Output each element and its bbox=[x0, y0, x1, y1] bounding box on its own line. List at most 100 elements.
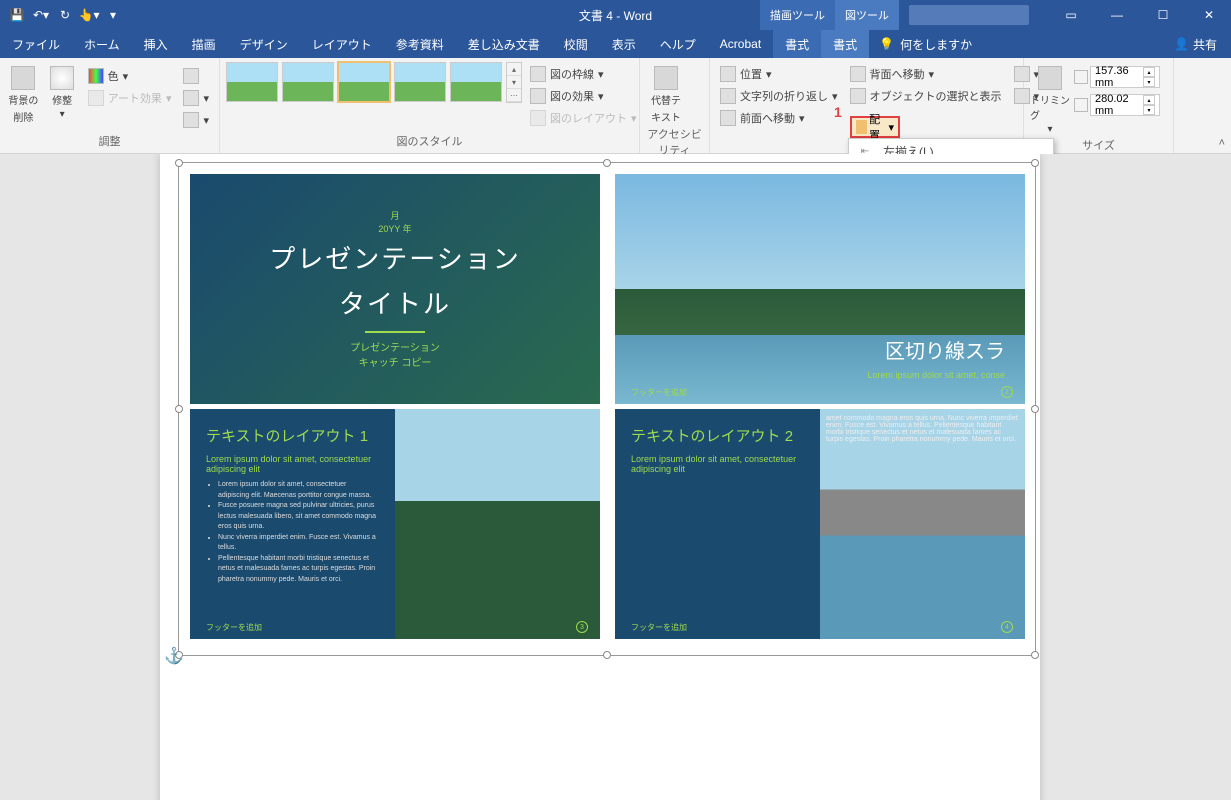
document-area[interactable]: ⚓ 月 20YY 年 プレゼンテーション タイトル プレゼンテーション キャッチ… bbox=[0, 154, 1231, 800]
crop-button[interactable]: トリミング ▾ bbox=[1030, 62, 1070, 135]
art-effect-button[interactable]: アート効果 ▾ bbox=[84, 88, 176, 108]
change-picture-button[interactable]: ▾ bbox=[179, 88, 213, 108]
slide2-footer: フッターを追加 bbox=[631, 387, 687, 398]
handle-se[interactable] bbox=[1031, 651, 1039, 659]
save-icon[interactable]: 💾 bbox=[6, 4, 28, 26]
tab-help[interactable]: ヘルプ bbox=[648, 30, 708, 58]
corrections-icon bbox=[50, 66, 74, 90]
drawing-tools-tab[interactable]: 描画ツール bbox=[760, 0, 835, 30]
slide4-lead: Lorem ipsum dolor sit amet, consectetuer… bbox=[631, 454, 804, 474]
selection-pane-button[interactable]: オブジェクトの選択と表示 bbox=[846, 86, 1006, 106]
qat-more-icon[interactable]: ▾ bbox=[102, 4, 124, 26]
width-value: 280.02 mm bbox=[1095, 93, 1143, 117]
style-thumb-selected[interactable] bbox=[338, 62, 390, 102]
reset-picture-button[interactable]: ▾ bbox=[179, 110, 213, 130]
picture-styles-gallery[interactable]: ▴▾⋯ bbox=[226, 62, 522, 103]
ribbon-options-icon[interactable]: ▭ bbox=[1049, 0, 1093, 30]
change-picture-icon bbox=[183, 90, 199, 106]
style-thumb[interactable] bbox=[450, 62, 502, 102]
selection-label: オブジェクトの選択と表示 bbox=[870, 88, 1002, 104]
picture-layout-button[interactable]: 図のレイアウト ▾ bbox=[526, 108, 641, 128]
tab-mailings[interactable]: 差し込み文書 bbox=[456, 30, 552, 58]
bring-forward-button[interactable]: 前面へ移動 ▾ bbox=[716, 108, 842, 128]
position-label: 位置 bbox=[740, 66, 762, 82]
picture-border-button[interactable]: 図の枠線 ▾ bbox=[526, 64, 641, 84]
handle-nw[interactable] bbox=[175, 159, 183, 167]
style-thumb[interactable] bbox=[226, 62, 278, 102]
forward-icon bbox=[720, 110, 736, 126]
slide2-sub: Lorem ipsum dolor sit amet, conse bbox=[867, 370, 1005, 380]
art-effect-label: アート効果 bbox=[108, 90, 162, 106]
maximize-icon[interactable]: ☐ bbox=[1141, 0, 1185, 30]
style-thumb[interactable] bbox=[394, 62, 446, 102]
alt-l2: キスト bbox=[651, 109, 681, 124]
height-icon bbox=[1074, 70, 1088, 84]
handle-s[interactable] bbox=[603, 651, 611, 659]
wrap-label: 文字列の折り返し bbox=[740, 88, 828, 104]
slide-1: 月 20YY 年 プレゼンテーション タイトル プレゼンテーション キャッチ コ… bbox=[190, 174, 600, 404]
slide-4: テキストのレイアウト 2 Lorem ipsum dolor sit amet,… bbox=[615, 409, 1025, 639]
corrections-label: 修整 bbox=[52, 92, 72, 107]
share-button[interactable]: 👤共有 bbox=[1160, 30, 1231, 58]
close-icon[interactable]: ✕ bbox=[1187, 0, 1231, 30]
collapse-ribbon-icon[interactable]: ˄ bbox=[1219, 137, 1225, 149]
slide3-b2: Fusce posuere magna sed pulvinar ultrici… bbox=[218, 501, 379, 533]
color-button[interactable]: 色 ▾ bbox=[84, 66, 176, 86]
tab-home[interactable]: ホーム bbox=[72, 30, 132, 58]
redo-icon[interactable]: ↻ bbox=[54, 4, 76, 26]
position-button[interactable]: 位置 ▾ bbox=[716, 64, 842, 84]
spin-down[interactable]: ▾ bbox=[1143, 77, 1155, 87]
tab-review[interactable]: 校閲 bbox=[552, 30, 600, 58]
picture-tools-tab[interactable]: 図ツール bbox=[835, 0, 899, 30]
handle-e[interactable] bbox=[1031, 405, 1039, 413]
slide4-num: 4 bbox=[1001, 621, 1013, 633]
wrap-icon bbox=[720, 88, 736, 104]
compress-button[interactable] bbox=[179, 66, 213, 86]
handle-ne[interactable] bbox=[1031, 159, 1039, 167]
wrap-text-button[interactable]: 文字列の折り返し ▾ bbox=[716, 86, 842, 106]
tab-view[interactable]: 表示 bbox=[600, 30, 648, 58]
touch-mode-icon[interactable]: 👆▾ bbox=[78, 4, 100, 26]
height-value: 157.36 mm bbox=[1095, 65, 1143, 89]
user-account[interactable] bbox=[909, 5, 1029, 25]
width-input[interactable]: 280.02 mm▴▾ bbox=[1090, 94, 1160, 116]
remove-background-button[interactable]: 背景の 削除 bbox=[6, 62, 41, 124]
tab-insert[interactable]: 挿入 bbox=[132, 30, 180, 58]
slide4-title: テキストのレイアウト 2 bbox=[631, 425, 804, 446]
send-backward-button[interactable]: 背面へ移動 ▾ bbox=[846, 64, 1006, 84]
alt-text-button[interactable]: 代替テ キスト bbox=[646, 62, 686, 124]
piclayout-icon bbox=[530, 110, 546, 126]
handle-w[interactable] bbox=[175, 405, 183, 413]
page: ⚓ 月 20YY 年 プレゼンテーション タイトル プレゼンテーション キャッチ… bbox=[160, 154, 1040, 800]
minimize-icon[interactable]: — bbox=[1095, 0, 1139, 30]
align-button[interactable]: 配置 ▾ bbox=[850, 116, 900, 138]
handle-n[interactable] bbox=[603, 159, 611, 167]
tab-format-draw[interactable]: 書式 bbox=[773, 30, 821, 58]
tab-file[interactable]: ファイル bbox=[0, 30, 72, 58]
tab-layout[interactable]: レイアウト bbox=[300, 30, 384, 58]
gallery-more[interactable]: ▴▾⋯ bbox=[506, 62, 522, 103]
slide1-month: 月 bbox=[390, 209, 399, 222]
tab-draw[interactable]: 描画 bbox=[180, 30, 228, 58]
color-icon bbox=[88, 68, 104, 84]
corrections-button[interactable]: 修整 ▾ bbox=[45, 62, 80, 120]
styles-group-label: 図のスタイル bbox=[226, 131, 633, 151]
backward-label: 背面へ移動 bbox=[870, 66, 925, 82]
style-thumb[interactable] bbox=[282, 62, 334, 102]
tab-acrobat[interactable]: Acrobat bbox=[708, 30, 773, 58]
slide3-footer: フッターを追加 bbox=[206, 622, 262, 633]
picture-effects-button[interactable]: 図の効果 ▾ bbox=[526, 86, 641, 106]
tab-format-picture[interactable]: 書式 bbox=[821, 30, 869, 58]
spin-down[interactable]: ▾ bbox=[1143, 105, 1155, 115]
spin-up[interactable]: ▴ bbox=[1143, 67, 1155, 77]
undo-icon[interactable]: ↶▾ bbox=[30, 4, 52, 26]
tab-design[interactable]: デザイン bbox=[228, 30, 300, 58]
tab-references[interactable]: 参考資料 bbox=[384, 30, 456, 58]
effects-icon bbox=[530, 88, 546, 104]
tell-me[interactable]: 💡何をしますか bbox=[869, 30, 982, 58]
forward-label: 前面へ移動 bbox=[740, 110, 795, 126]
height-input[interactable]: 157.36 mm▴▾ bbox=[1090, 66, 1160, 88]
spin-up[interactable]: ▴ bbox=[1143, 95, 1155, 105]
art-effect-icon bbox=[88, 90, 104, 106]
bulb-icon: 💡 bbox=[879, 37, 894, 51]
